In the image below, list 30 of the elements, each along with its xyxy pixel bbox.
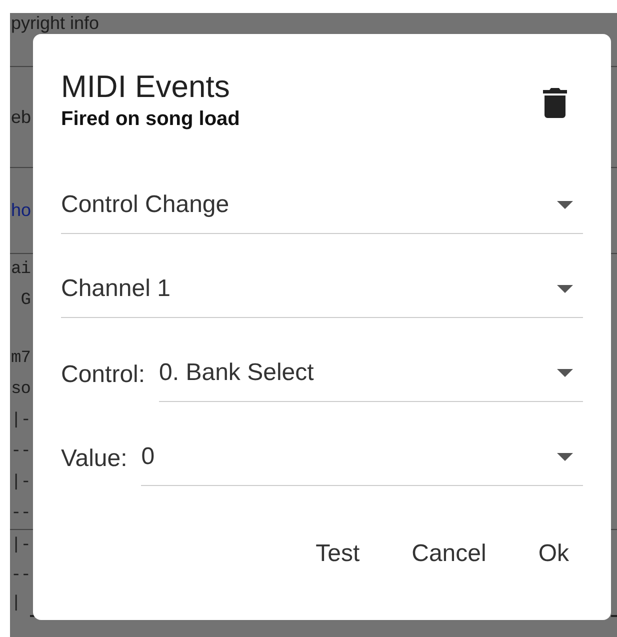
background-text: -- [11, 504, 30, 523]
caret-icon [557, 369, 573, 377]
dropdown[interactable]: 0 [141, 429, 583, 486]
dialog-button[interactable]: Ok [524, 530, 583, 578]
dialog-button[interactable]: Test [302, 530, 374, 578]
caret-icon [557, 453, 573, 461]
caret-icon [557, 285, 573, 293]
background-text: ho [11, 200, 32, 221]
dropdown[interactable]: 0. Bank Select [159, 345, 583, 402]
background-text: | [11, 594, 21, 612]
background-text: -- [11, 442, 30, 461]
field-label: Value: [61, 444, 128, 474]
background-text: so [11, 380, 30, 399]
background-text: G [20, 291, 30, 310]
caret-icon [557, 201, 573, 209]
dialog-button[interactable]: Cancel [398, 530, 500, 578]
background-text: -- [11, 566, 30, 585]
dropdown[interactable]: Channel 1 [61, 261, 583, 318]
background-text: m7 [11, 349, 30, 368]
dialog-title: MIDI Events [61, 68, 231, 106]
background-text: eb [11, 106, 32, 128]
background-text: |- [11, 411, 30, 430]
dialog-subtitle: Fired on song load [61, 107, 240, 132]
background-text: |- [11, 473, 30, 492]
background-text: pyright info [11, 13, 100, 33]
trash-icon[interactable] [543, 88, 567, 118]
field-label: Control: [61, 360, 146, 390]
background-text: |- [11, 536, 30, 554]
dropdown[interactable]: Control Change [61, 177, 583, 234]
background-text: ai [11, 260, 30, 279]
